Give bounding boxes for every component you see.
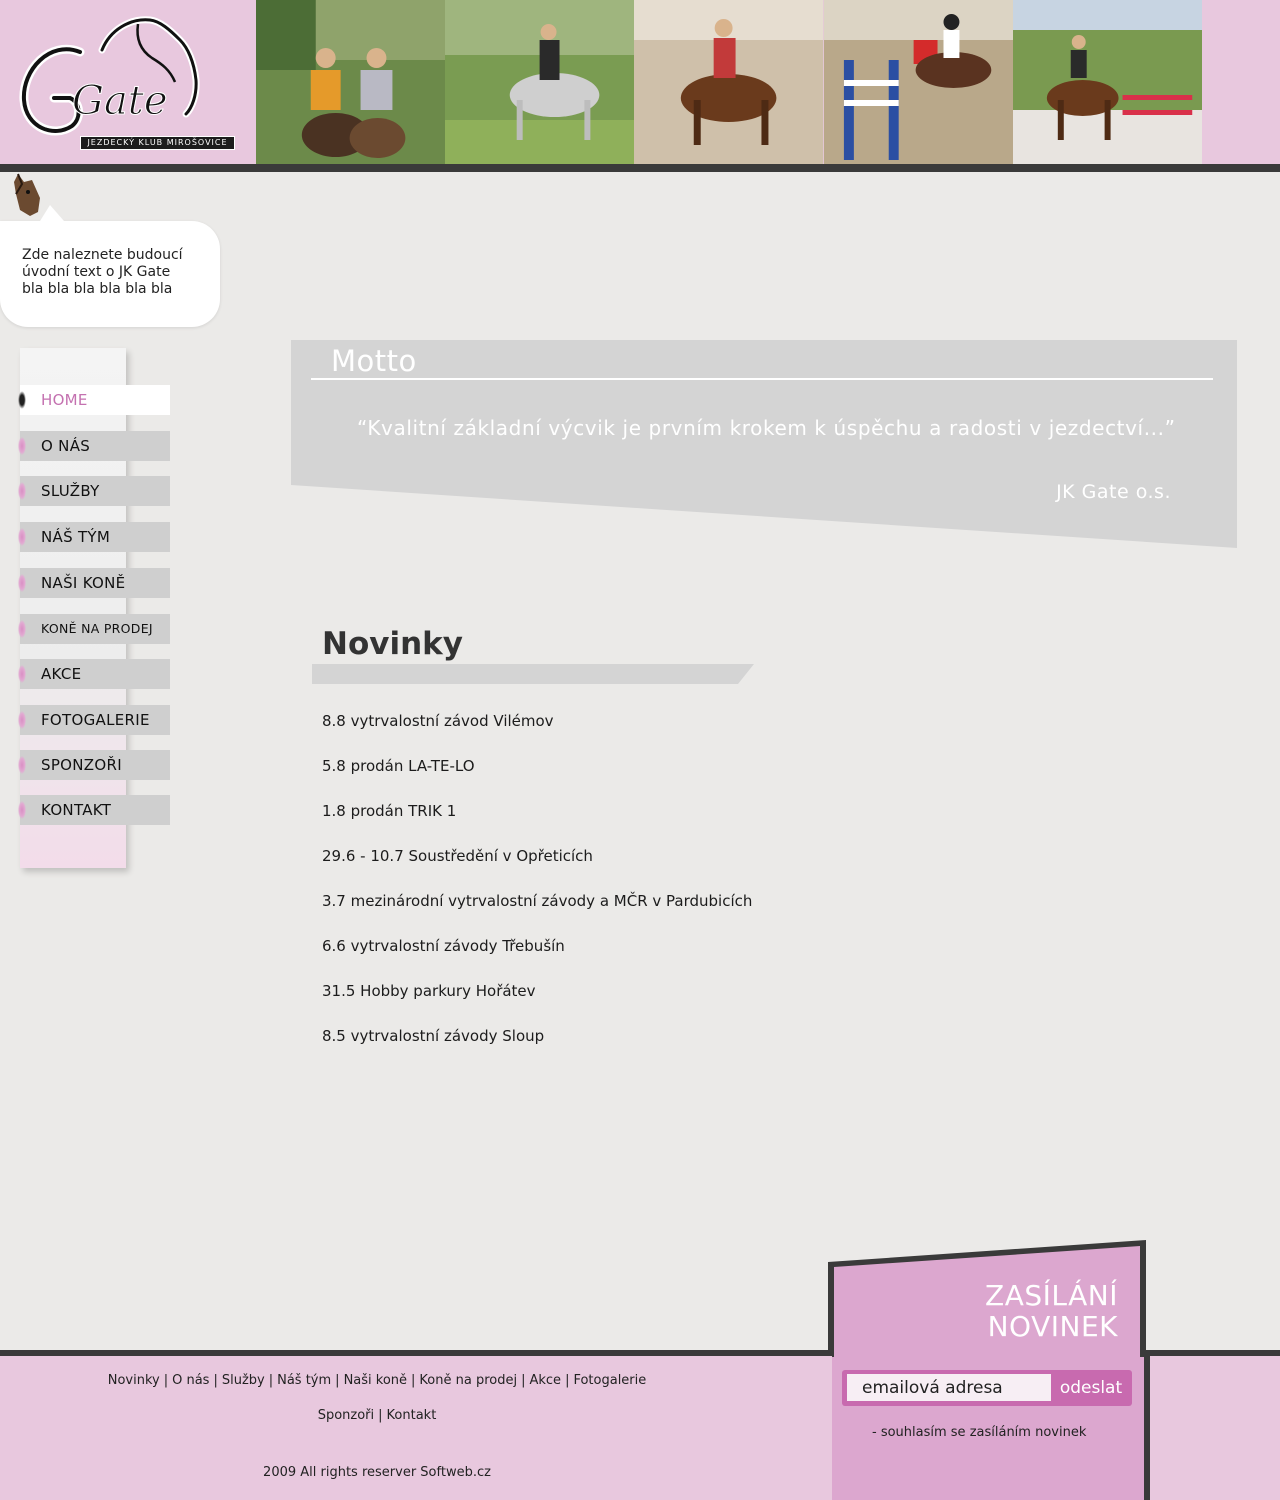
footer-separator: | (521, 1373, 526, 1388)
nav-item-home[interactable]: HOME (18, 385, 170, 415)
news-item[interactable]: 1.8 prodán TRIK 1 (322, 800, 752, 845)
nav-item-sponzori[interactable]: SPONZOŘI (18, 750, 170, 780)
newsletter-consent[interactable]: - souhlasím se zasíláním novinek (872, 1425, 1086, 1440)
motto-panel: Motto “Kvalitní základní výcvik je první… (291, 340, 1237, 548)
footer-link-o-nas[interactable]: O nás (172, 1373, 209, 1388)
riders-photo-1 (256, 0, 446, 165)
newsletter-title-line: NOVINEK (987, 1310, 1118, 1343)
footer-separator: | (335, 1373, 340, 1388)
nav-bullet-icon (18, 482, 26, 500)
intro-line: bla bla bla bla bla bla (22, 281, 173, 297)
newsletter-email-input[interactable] (847, 1374, 1051, 1401)
footer-link-nas-tym[interactable]: Náš tým (277, 1373, 331, 1388)
news-heading: Novinky (322, 626, 463, 662)
nav-item-sluzby[interactable]: SLUŽBY (18, 476, 170, 506)
news-heading-underline (312, 664, 754, 684)
nav-label: AKCE (41, 665, 82, 683)
motto-title: Motto (331, 344, 417, 378)
news-item[interactable]: 8.8 vytrvalostní závod Vilémov (322, 710, 752, 755)
news-item[interactable]: 6.6 vytrvalostní závody Třebušín (322, 935, 752, 980)
footer-link-nasi-kone[interactable]: Naši koně (344, 1373, 407, 1388)
nav-item-nasi-kone[interactable]: NAŠI KONĚ (18, 568, 170, 598)
footer-link-kone-na-prodej[interactable]: Koně na prodej (419, 1373, 517, 1388)
footer-separator: | (268, 1373, 274, 1388)
header-divider (0, 164, 1280, 172)
nav-item-nas-tym[interactable]: NÁŠ TÝM (18, 522, 170, 552)
nav-label: SLUŽBY (41, 482, 100, 500)
footer-separator: | (411, 1373, 416, 1388)
motto-quote: “Kvalitní základní výcvik je prvním krok… (357, 416, 1176, 440)
logo-subtitle: JEZDECKÝ KLUB MIROŠOVICE (80, 136, 235, 150)
newsletter-background (828, 1240, 1150, 1500)
footer-link-kontakt[interactable]: Kontakt (387, 1408, 437, 1423)
nav-item-kone-na-prodej[interactable]: KONĚ NA PRODEJ (18, 614, 170, 644)
news-item[interactable]: 8.5 vytrvalostní závody Sloup (322, 1025, 752, 1070)
nav-bullet-icon (18, 756, 26, 774)
news-item[interactable]: 5.8 prodán LA-TE-LO (322, 755, 752, 800)
header-photo-strip (256, 0, 1203, 165)
nav-item-fotogalerie[interactable]: FOTOGALERIE (18, 705, 170, 735)
footer-separator: | (163, 1373, 169, 1388)
nav-bullet-icon (18, 528, 26, 546)
site-logo[interactable]: Gate JEZDECKÝ KLUB MIROŠOVICE (10, 10, 235, 150)
footer-link-fotogalerie[interactable]: Fotogalerie (573, 1373, 646, 1388)
nav-item-akce[interactable]: AKCE (18, 659, 170, 689)
footer-link-sponzori[interactable]: Sponzoři (318, 1408, 374, 1423)
intro-line: úvodní text o JK Gate (22, 264, 171, 280)
news-item[interactable]: 3.7 mezinárodní vytrvalostní závody a MČ… (322, 890, 752, 935)
footer-links: Novinky | O nás | Služby | Náš tým | Naši koně | K… (0, 1372, 754, 1442)
motto-signature: JK Gate o.s. (1056, 481, 1171, 503)
footer-separator: | (378, 1408, 383, 1423)
newsletter-submit-button[interactable]: odeslat (1053, 1373, 1129, 1403)
newsletter-title-line: ZASÍLÁNÍ (985, 1279, 1118, 1312)
nav-item-kontakt[interactable]: KONTAKT (18, 795, 170, 825)
footer-link-sluzby[interactable]: Služby (222, 1373, 265, 1388)
footer-link-novinky[interactable]: Novinky (108, 1373, 160, 1388)
nav-label: NAŠI KONĚ (41, 574, 126, 592)
nav-bullet-icon (18, 574, 26, 592)
riders-photo-4 (823, 0, 1013, 165)
footer-links-row: Novinky | O nás | Služby | Náš tým | Naši koně | K… (0, 1372, 754, 1407)
news-list: 8.8 vytrvalostní závod Vilémov 5.8 prodá… (322, 710, 752, 1070)
nav-label: O NÁS (41, 437, 91, 455)
motto-divider (311, 378, 1213, 380)
footer-separator: | (213, 1373, 218, 1388)
sidebar-nav-panel (20, 348, 126, 868)
nav-item-o-nas[interactable]: O NÁS (18, 431, 170, 461)
newsletter-box: ZASÍLÁNÍ NOVINEK odeslat - souhlasím se … (822, 1236, 1150, 1500)
site-header: Gate JEZDECKÝ KLUB MIROŠOVICE (0, 0, 1280, 165)
footer-link-akce[interactable]: Akce (529, 1373, 561, 1388)
nav-bullet-icon (18, 391, 26, 409)
nav-label: KONTAKT (41, 801, 112, 819)
footer-copyright: 2009 All rights reserver Softweb.cz (263, 1465, 491, 1480)
horse-logo-icon: Gate (19, 16, 200, 136)
riders-photo-5 (1012, 0, 1203, 165)
riders-photo-3 (634, 0, 824, 165)
newsletter-title: ZASÍLÁNÍ NOVINEK (985, 1280, 1118, 1342)
nav-label: HOME (41, 391, 88, 409)
news-item[interactable]: 29.6 - 10.7 Soustředění v Opřeticích (322, 845, 752, 890)
footer-links-row: Sponzoři | Kontakt (0, 1407, 754, 1442)
news-item[interactable]: 31.5 Hobby parkury Hořátev (322, 980, 752, 1025)
intro-line: Zde naleznete budoucí (22, 247, 183, 263)
nav-bullet-icon (18, 665, 26, 683)
nav-label: NÁŠ TÝM (41, 528, 111, 546)
nav-bullet-icon (18, 437, 26, 455)
nav-label: KONĚ NA PRODEJ (41, 621, 153, 636)
nav-label: FOTOGALERIE (41, 711, 150, 729)
intro-text: Zde naleznete budoucí úvodní text o JK G… (22, 247, 207, 298)
footer-separator: | (565, 1373, 570, 1388)
motto-background (291, 340, 1237, 548)
nav-bullet-icon (18, 620, 26, 638)
logo-wordmark: Gate (72, 78, 168, 124)
intro-bubble: Zde naleznete budoucí úvodní text o JK G… (0, 205, 220, 327)
nav-bullet-icon (18, 711, 26, 729)
nav-bullet-icon (18, 801, 26, 819)
nav-label: SPONZOŘI (41, 756, 122, 774)
newsletter-form: odeslat (842, 1370, 1132, 1406)
riders-photo-2 (445, 0, 635, 165)
